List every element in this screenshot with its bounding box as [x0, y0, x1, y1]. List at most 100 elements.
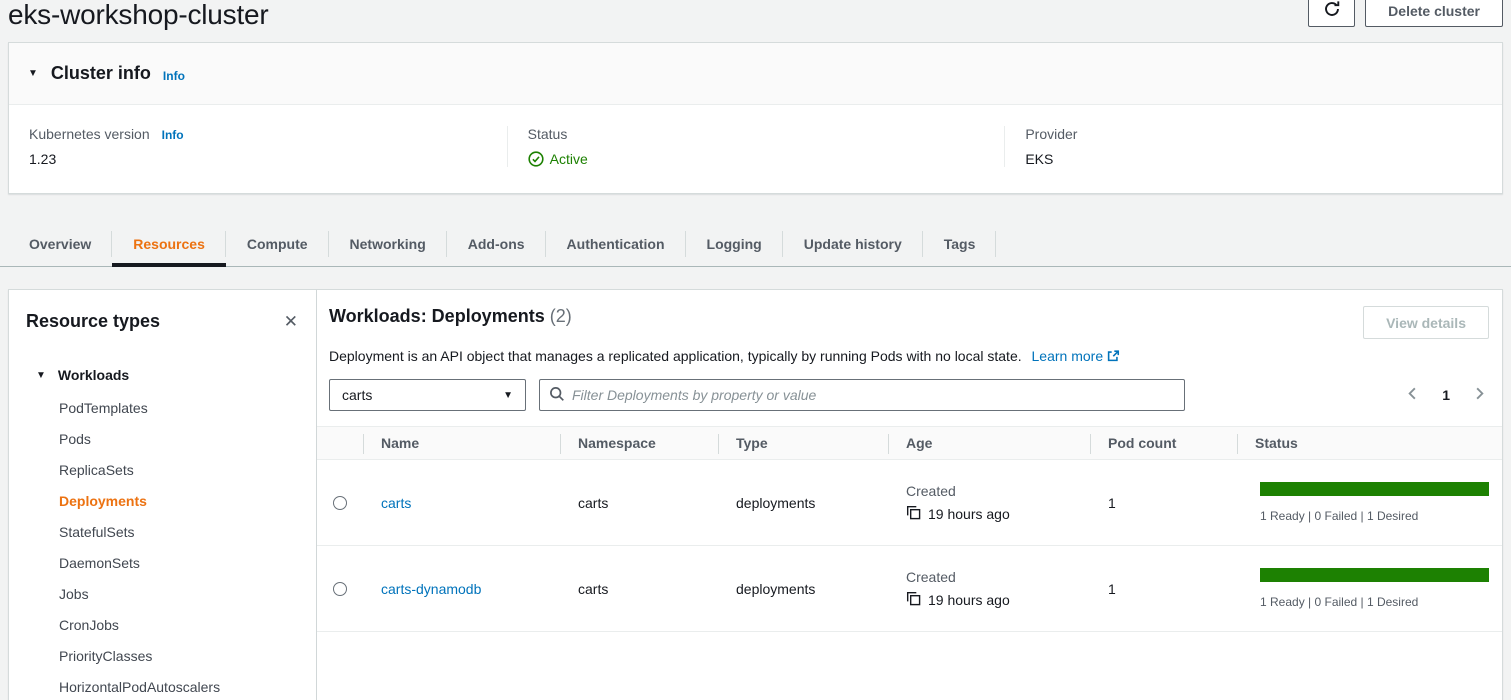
- cell-status: 1 Ready | 0 Failed | 1 Desired: [1237, 568, 1502, 609]
- status-text: Active: [550, 151, 588, 167]
- cell-name: carts-dynamodb: [363, 581, 560, 597]
- filter-search: [539, 379, 1185, 411]
- sidebar-item-jobs[interactable]: Jobs: [59, 579, 316, 610]
- sidebar-item-cronjobs[interactable]: CronJobs: [59, 610, 316, 641]
- age-created-label: Created: [906, 569, 1090, 585]
- column-status[interactable]: Status: [1237, 427, 1502, 459]
- sidebar-item-podtemplates[interactable]: PodTemplates: [59, 393, 316, 424]
- sidebar-item-deployments[interactable]: Deployments: [59, 486, 316, 517]
- sidebar-item-horizontalpodautoscalers[interactable]: HorizontalPodAutoscalers: [59, 672, 316, 700]
- refresh-button[interactable]: [1308, 0, 1355, 27]
- filter-row: carts ▼ 1: [329, 379, 1489, 411]
- tab-networking[interactable]: Networking: [329, 222, 447, 266]
- copy-icon[interactable]: [906, 591, 921, 609]
- select-all-column: [317, 427, 363, 459]
- search-icon: [549, 386, 565, 405]
- column-namespace[interactable]: Namespace: [560, 427, 718, 459]
- status-caption: 1 Ready | 0 Failed | 1 Desired: [1260, 595, 1502, 609]
- column-pod-count[interactable]: Pod count: [1090, 427, 1237, 459]
- tab-logging[interactable]: Logging: [686, 222, 783, 266]
- learn-more-link[interactable]: Learn more: [1032, 348, 1121, 364]
- sidebar-item-replicasets[interactable]: ReplicaSets: [59, 455, 316, 486]
- copy-icon[interactable]: [906, 505, 921, 523]
- status-bar: [1260, 568, 1489, 582]
- status-field: Status Active: [507, 126, 1005, 167]
- sidebar-group-workloads[interactable]: ▼ Workloads: [36, 367, 316, 383]
- column-name[interactable]: Name: [363, 427, 560, 459]
- cell-type: deployments: [718, 495, 888, 511]
- row-select-cell: [317, 496, 363, 510]
- sidebar-item-daemonsets[interactable]: DaemonSets: [59, 548, 316, 579]
- table-row: carts-dynamodb carts deployments Created…: [317, 546, 1502, 632]
- deployment-name-link[interactable]: carts-dynamodb: [381, 581, 481, 597]
- provider-label: Provider: [1025, 126, 1482, 142]
- tab-update-history[interactable]: Update history: [783, 222, 923, 266]
- page-header: eks-workshop-cluster Delete cluster: [0, 0, 1511, 42]
- age-created-label: Created: [906, 483, 1090, 499]
- deployments-table: Name Namespace Type Age Pod count Status…: [317, 426, 1502, 632]
- age-text: 19 hours ago: [928, 592, 1010, 608]
- cluster-info-body: Kubernetes version Info 1.23 Status Acti…: [9, 105, 1502, 193]
- age-value: 19 hours ago: [906, 505, 1090, 523]
- table-header-row: Name Namespace Type Age Pod count Status: [317, 426, 1502, 460]
- sidebar-item-priorityclasses[interactable]: PriorityClasses: [59, 641, 316, 672]
- column-age[interactable]: Age: [888, 427, 1090, 459]
- sidebar-items: PodTemplates Pods ReplicaSets Deployment…: [59, 393, 316, 700]
- tab-tags[interactable]: Tags: [923, 222, 997, 266]
- sidebar-item-statefulsets[interactable]: StatefulSets: [59, 517, 316, 548]
- provider-value: EKS: [1025, 151, 1482, 167]
- row-radio[interactable]: [333, 582, 347, 596]
- chevron-right-icon: [1472, 386, 1487, 404]
- close-icon[interactable]: ✕: [284, 313, 298, 330]
- resource-types-sidebar: Resource types ✕ ▼ Workloads PodTemplate…: [8, 289, 317, 700]
- filter-search-input[interactable]: [572, 387, 1175, 403]
- tab-overview[interactable]: Overview: [8, 222, 112, 266]
- header-actions: Delete cluster: [1308, 0, 1503, 27]
- tab-authentication[interactable]: Authentication: [546, 222, 686, 266]
- view-details-button[interactable]: View details: [1363, 306, 1489, 339]
- status-value: Active: [528, 151, 985, 167]
- table-row: carts carts deployments Created 19 hours…: [317, 460, 1502, 546]
- cell-type: deployments: [718, 581, 888, 597]
- tab-add-ons[interactable]: Add-ons: [447, 222, 546, 266]
- cell-pod-count: 1: [1090, 495, 1237, 511]
- cluster-info-panel: ▼ Cluster info Info Kubernetes version I…: [8, 42, 1503, 194]
- status-label: Status: [528, 126, 985, 142]
- deployments-panel: Workloads: Deployments (2) View details …: [317, 289, 1503, 700]
- kubernetes-version-value: 1.23: [29, 151, 487, 167]
- row-select-cell: [317, 582, 363, 596]
- cell-pod-count: 1: [1090, 581, 1237, 597]
- current-page[interactable]: 1: [1442, 387, 1450, 403]
- cell-age: Created 19 hours ago: [888, 569, 1090, 609]
- cluster-info-header[interactable]: ▼ Cluster info Info: [9, 43, 1502, 105]
- sidebar-header: Resource types ✕: [9, 290, 316, 332]
- field-label: Kubernetes version: [29, 126, 150, 142]
- sidebar-item-pods[interactable]: Pods: [59, 424, 316, 455]
- previous-page-button[interactable]: [1403, 384, 1422, 406]
- cell-age: Created 19 hours ago: [888, 483, 1090, 523]
- row-radio[interactable]: [333, 496, 347, 510]
- next-page-button[interactable]: [1470, 384, 1489, 406]
- chevron-left-icon: [1405, 386, 1420, 404]
- status-caption: 1 Ready | 0 Failed | 1 Desired: [1260, 509, 1502, 523]
- namespace-select-value: carts: [342, 387, 372, 403]
- cluster-info-info-link[interactable]: Info: [163, 69, 185, 83]
- cell-namespace: carts: [560, 581, 718, 597]
- check-circle-icon: [528, 151, 544, 167]
- age-value: 19 hours ago: [906, 591, 1090, 609]
- kubernetes-version-info-link[interactable]: Info: [162, 128, 184, 142]
- learn-more-text: Learn more: [1032, 348, 1104, 364]
- caret-down-icon: ▼: [28, 68, 38, 79]
- deployment-name-link[interactable]: carts: [381, 495, 411, 511]
- cluster-tabs: Overview Resources Compute Networking Ad…: [0, 222, 1511, 267]
- tab-resources[interactable]: Resources: [112, 222, 226, 266]
- column-type[interactable]: Type: [718, 427, 888, 459]
- sidebar-title: Resource types: [26, 311, 160, 332]
- delete-cluster-button[interactable]: Delete cluster: [1365, 0, 1503, 27]
- page-title: eks-workshop-cluster: [8, 0, 269, 30]
- namespace-select[interactable]: carts ▼: [329, 379, 526, 411]
- cell-name: carts: [363, 495, 560, 511]
- status-bar: [1260, 482, 1489, 496]
- kubernetes-version-field: Kubernetes version Info 1.23: [9, 126, 507, 167]
- tab-compute[interactable]: Compute: [226, 222, 329, 266]
